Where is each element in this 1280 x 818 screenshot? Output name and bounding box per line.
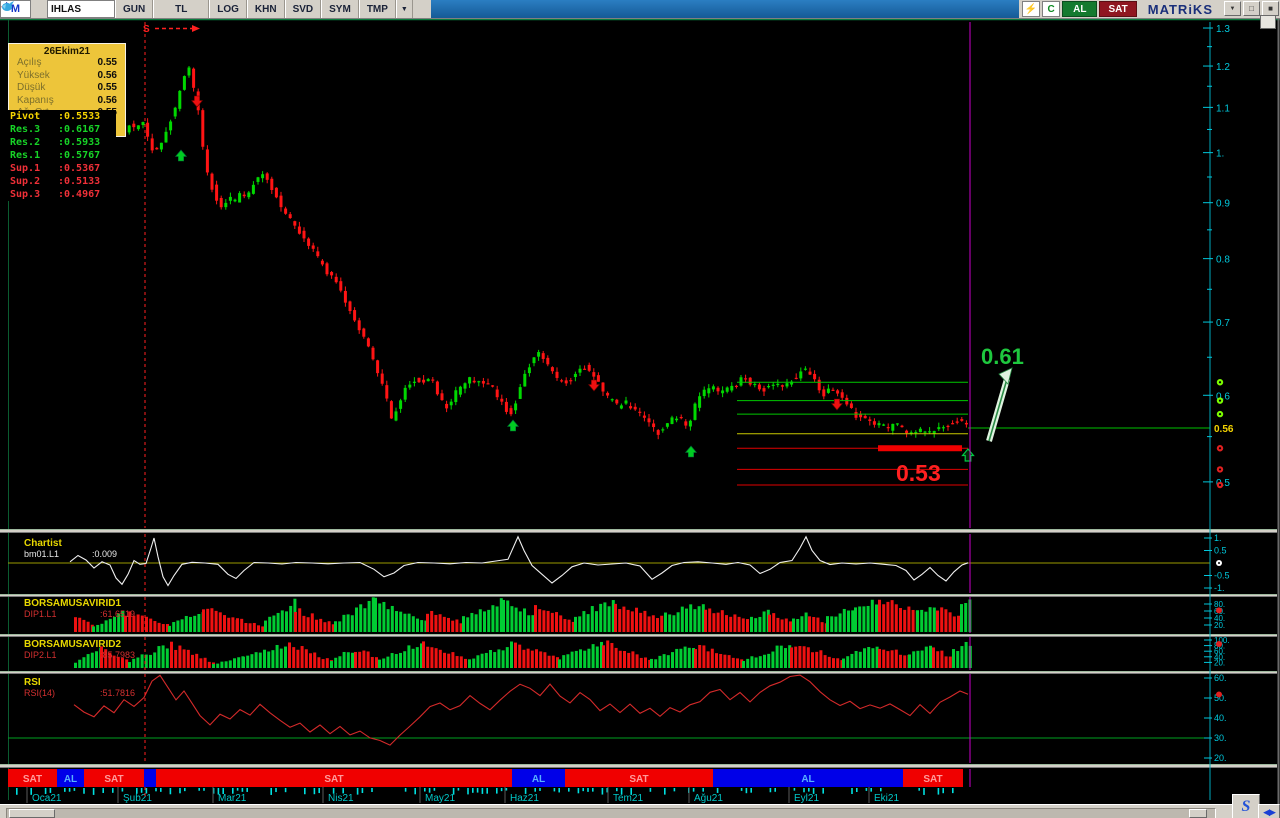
svg-text:SAT: SAT xyxy=(923,774,942,785)
chartist-title: Chartist xyxy=(24,538,62,549)
window-close-button[interactable]: ■ xyxy=(1262,1,1279,16)
c-button[interactable]: C xyxy=(1042,1,1061,17)
svg-text:40.: 40. xyxy=(1214,713,1227,723)
horizontal-scrollbar[interactable] xyxy=(6,808,1216,818)
svg-text:20.: 20. xyxy=(1214,621,1225,630)
svd-button[interactable]: SVD xyxy=(284,0,322,18)
rsi-series-label: RSI(14) xyxy=(24,688,55,698)
pivot-row: Res.1:0.5767 xyxy=(10,150,101,161)
sat-sell-button[interactable]: SAT xyxy=(1099,1,1137,17)
svg-text:Eki21: Eki21 xyxy=(874,793,899,804)
lightning-icon[interactable]: ⚡ xyxy=(1022,1,1041,17)
toolbar: M IHLAS GUN TL LOG KHN SVD SYM TMP ▼ ⚡ C… xyxy=(0,0,1280,19)
dip1-value: :61.6519 xyxy=(100,609,135,619)
pivot-row: Sup.3:0.4967 xyxy=(10,189,101,200)
svg-text:Ağu21: Ağu21 xyxy=(694,793,723,804)
dip1-series-label: DIP1.L1 xyxy=(24,609,57,619)
scrollbar-thumb-right[interactable] xyxy=(1189,809,1207,818)
svg-text:SAT: SAT xyxy=(324,774,343,785)
chart-area[interactable]: S 0.61 0.53 SAT AL SAT SAT AL SAT AL SAT Oca21 Ş… xyxy=(0,0,1280,818)
svg-text:May21: May21 xyxy=(425,793,455,804)
log-scale-button[interactable]: LOG xyxy=(209,0,247,18)
window-minimize-button[interactable]: ▼ xyxy=(1224,1,1241,16)
svg-text:AL: AL xyxy=(532,774,545,785)
al-buy-button[interactable]: AL xyxy=(1062,1,1098,17)
rsi-value: :51.7816 xyxy=(100,688,135,698)
svg-text:AL: AL xyxy=(64,774,77,785)
svg-text:1.1: 1.1 xyxy=(1216,103,1230,114)
svg-text:-0.5: -0.5 xyxy=(1214,571,1230,581)
chevron-down-icon[interactable]: ▼ xyxy=(395,0,413,18)
scrollbar-thumb[interactable] xyxy=(9,809,55,818)
svg-text:1.: 1. xyxy=(1216,149,1224,160)
tooltip-label: Düşük xyxy=(17,82,46,93)
khn-button[interactable]: KHN xyxy=(246,0,285,18)
pivot-row: Sup.2:0.5133 xyxy=(10,176,101,187)
svg-text:Şub21: Şub21 xyxy=(123,793,152,804)
chartist-value: :0.009 xyxy=(92,549,117,559)
svg-text:1.2: 1.2 xyxy=(1216,62,1230,73)
pivot-row: Res.2:0.5933 xyxy=(10,137,101,148)
svg-text:SAT: SAT xyxy=(23,774,42,785)
svg-text:SAT: SAT xyxy=(629,774,648,785)
svg-text:Eyl21: Eyl21 xyxy=(794,793,819,804)
panel-expand-button[interactable] xyxy=(1260,15,1276,29)
pivot-row: Res.3:0.6167 xyxy=(10,124,101,135)
svg-text:SAT: SAT xyxy=(104,774,123,785)
dip2-title: BORSAMUSAVIRID2 xyxy=(24,639,121,650)
signal-bar: SAT AL SAT SAT AL SAT AL SAT xyxy=(8,769,1210,787)
svg-text:Oca21: Oca21 xyxy=(32,793,62,804)
svg-text:30.: 30. xyxy=(1214,733,1227,743)
svg-text:Nis21: Nis21 xyxy=(328,793,354,804)
matriks-s-logo-button[interactable]: S xyxy=(1232,794,1260,818)
target-price-annotation: 0.61 xyxy=(981,344,1024,369)
rsi-title: RSI xyxy=(24,677,41,688)
svg-text:20.: 20. xyxy=(1214,658,1225,667)
svg-text:-1.: -1. xyxy=(1214,583,1225,593)
matriks-chart-window: M IHLAS GUN TL LOG KHN SVD SYM TMP ▼ ⚡ C… xyxy=(0,0,1280,818)
chart-nav-arrows[interactable]: ◀▶ xyxy=(1258,804,1280,818)
dip1-title: BORSAMUSAVIRID1 xyxy=(24,598,121,609)
twitter-icon[interactable] xyxy=(2,0,429,18)
pivot-row: Pivot:0.5533 xyxy=(10,111,101,122)
s-annotation-label: S xyxy=(143,24,150,35)
period-gun-button[interactable]: GUN xyxy=(115,0,154,18)
tmp-button[interactable]: TMP xyxy=(358,0,396,18)
status-bar: S ◀▶ xyxy=(0,794,1280,818)
svg-text:0.8: 0.8 xyxy=(1216,255,1230,266)
svg-text:0.5: 0.5 xyxy=(1214,546,1227,556)
svg-text:1.3: 1.3 xyxy=(1216,24,1230,35)
symbol-field[interactable]: IHLAS xyxy=(47,0,115,18)
svg-text:Mar21: Mar21 xyxy=(218,793,247,804)
svg-text:0.9: 0.9 xyxy=(1216,199,1230,210)
tooltip-label: Yüksek xyxy=(17,69,50,81)
svg-text:1.: 1. xyxy=(1214,533,1222,543)
pivot-levels-list: Pivot:0.5533 Res.3:0.6167 Res.2:0.5933 Res.… xyxy=(8,110,116,201)
tooltip-date: 26Ekim21 xyxy=(43,46,91,57)
window-title-bar[interactable] xyxy=(430,0,1020,18)
matriks-brand: MATRiKS xyxy=(1147,1,1213,17)
svg-text:20.: 20. xyxy=(1214,753,1227,763)
stop-price-annotation: 0.53 xyxy=(896,460,941,486)
window-restore-button[interactable]: □ xyxy=(1243,1,1260,16)
pivot-row: Sup.1:0.5367 xyxy=(10,163,101,174)
svg-text:Haz21: Haz21 xyxy=(510,793,539,804)
svg-text:AL: AL xyxy=(801,774,814,785)
svg-text:0.7: 0.7 xyxy=(1216,318,1230,329)
tooltip-label: Kapanış xyxy=(17,94,54,106)
chartist-series-label: bm01.L1 xyxy=(24,549,59,559)
svg-text:Tem21: Tem21 xyxy=(613,793,643,804)
tooltip-label: Açılış xyxy=(17,57,42,68)
svg-text:60.: 60. xyxy=(1214,673,1227,683)
last-price-label: 0.56 xyxy=(1214,424,1234,435)
currency-tl-button[interactable]: TL xyxy=(153,0,210,18)
matriks-bird-logo xyxy=(1,0,47,18)
sym-button[interactable]: SYM xyxy=(321,0,359,18)
dip2-series-label: DIP2.L1 xyxy=(24,650,57,660)
dip2-value: :85.7983 xyxy=(100,650,135,660)
